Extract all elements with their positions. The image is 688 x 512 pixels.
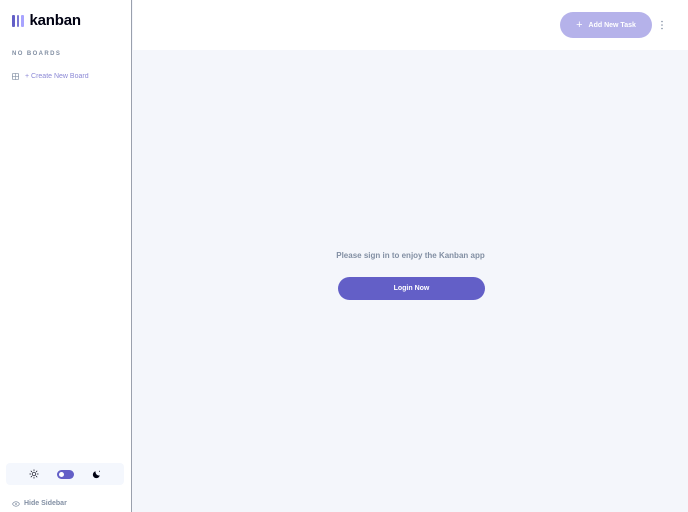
hide-sidebar-button[interactable]: Hide Sidebar: [12, 500, 67, 507]
main-content: Please sign in to enjoy the Kanban app L…: [133, 50, 688, 512]
sidebar: kanban No Boards + Create New Board: [0, 0, 132, 512]
moon-icon: [92, 470, 100, 479]
app-name: kanban: [29, 12, 82, 29]
logo-bars-icon: [12, 14, 24, 27]
theme-switch[interactable]: [56, 469, 74, 479]
add-new-task-button[interactable]: + Add New Task: [560, 12, 652, 38]
create-new-board-button[interactable]: + Create New Board: [12, 73, 89, 80]
boards-heading: No Boards: [12, 51, 62, 57]
login-now-button[interactable]: Login Now: [338, 277, 485, 300]
eye-icon: [12, 500, 20, 507]
sun-icon: [28, 469, 39, 479]
app-logo: kanban: [12, 12, 81, 29]
create-new-board-label: + Create New Board: [25, 73, 89, 80]
board-icon: [12, 73, 19, 80]
vertical-ellipsis-icon[interactable]: [659, 20, 665, 30]
plus-icon: +: [576, 18, 583, 31]
top-header: + Add New Task: [133, 0, 688, 50]
theme-switch-knob: [58, 471, 64, 477]
hide-sidebar-label: Hide Sidebar: [24, 500, 67, 507]
theme-toggle: [6, 463, 124, 485]
add-new-task-label: Add New Task: [588, 21, 636, 29]
signin-message: Please sign in to enjoy the Kanban app: [336, 251, 485, 260]
